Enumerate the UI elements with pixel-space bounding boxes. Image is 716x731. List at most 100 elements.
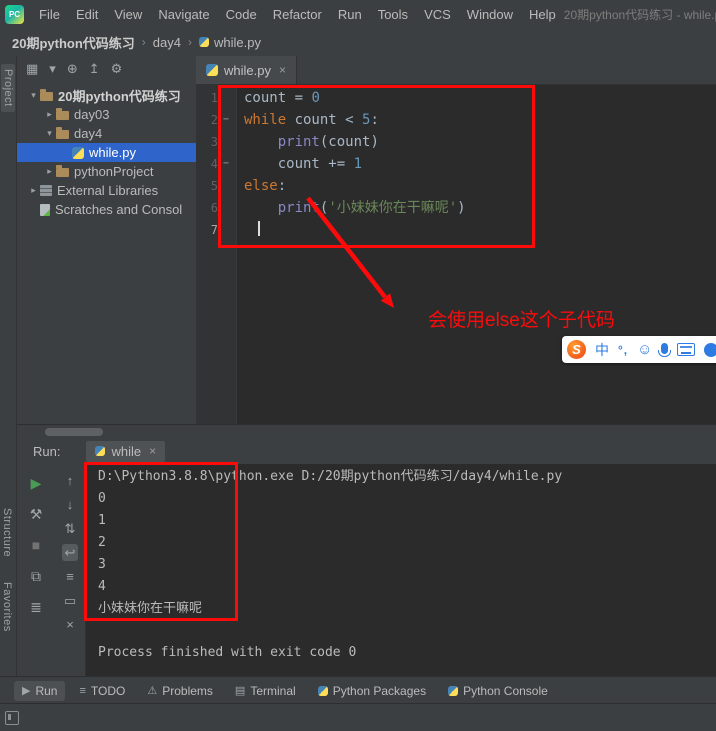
code-line-7[interactable]: 7	[196, 219, 716, 241]
code-text	[236, 219, 260, 241]
fold-marker-icon[interactable]: −	[218, 109, 234, 131]
emoji-picker-icon[interactable]: ☺	[637, 341, 652, 358]
run-tab-bar: Run: while ×	[17, 438, 716, 464]
run-left-toolbar: ▶ ⚒ ■ ⧉ ≣	[17, 464, 55, 676]
code-line-4[interactable]: 4− count += 1	[196, 153, 716, 175]
library-icon	[40, 185, 52, 196]
collapse-all-icon[interactable]: ↥	[89, 61, 100, 77]
close-icon[interactable]: ×	[149, 444, 156, 458]
breadcrumb-item-day4[interactable]: day4	[153, 35, 181, 50]
toolwindow-button-python-console[interactable]: Python Console	[440, 681, 556, 701]
run-tab-while[interactable]: while ×	[86, 440, 166, 462]
chinese-mode-indicator[interactable]: 中	[595, 340, 609, 360]
close-icon[interactable]: ×	[279, 63, 286, 77]
code-line-6[interactable]: 6 print('小妹妹你在干嘛呢')	[196, 197, 716, 219]
breadcrumb-label: day4	[152, 34, 181, 50]
fold-marker-icon[interactable]: −	[218, 153, 234, 175]
tree-item-day03[interactable]: ▸ day03	[17, 105, 196, 124]
ime-toolbar: S 中 °, ☺	[562, 336, 716, 363]
code-area[interactable]: 1 count = 0 2− while count < 5: 3 print(coun…	[196, 85, 716, 241]
toolwindow-button-todo[interactable]: ≡ TODO	[71, 681, 133, 701]
console-line-7	[98, 620, 716, 642]
toolwindow-button-problems[interactable]: ⚠ Problems	[139, 681, 221, 701]
code-line-3[interactable]: 3 print(count)	[196, 131, 716, 153]
build-icon[interactable]: ⚒	[30, 505, 43, 523]
code-token: while	[244, 112, 295, 128]
up-stacktrace-icon[interactable]: ↑	[67, 472, 74, 489]
menu-vcs[interactable]: VCS	[416, 7, 459, 22]
line-number: 1	[210, 91, 218, 105]
fold-slot	[218, 131, 234, 153]
clear-all-icon[interactable]: ×	[66, 616, 74, 633]
menu-code[interactable]: Code	[218, 7, 265, 22]
tool-stripe-left: Project Structure Favorites	[0, 56, 17, 676]
breadcrumb-item-20-python[interactable]: 20期python代码练习	[12, 33, 135, 52]
tree-item-pythonproject[interactable]: ▸ pythonProject	[17, 162, 196, 181]
rerun-icon[interactable]: ▶	[31, 474, 42, 492]
microphone-icon[interactable]	[658, 342, 672, 357]
scroll-to-end-icon[interactable]: ≡	[66, 568, 74, 585]
sidebar-item-favorites[interactable]: Favorites	[1, 582, 13, 632]
tree-item-label: pythonProject	[74, 164, 154, 179]
ime-more-icon[interactable]	[704, 342, 716, 357]
menu-refactor[interactable]: Refactor	[265, 7, 330, 22]
menu-file[interactable]: File	[31, 7, 68, 22]
editor-gutter: 6	[196, 197, 236, 219]
chevron-down-icon[interactable]: ▾	[27, 90, 40, 101]
chevron-down-icon[interactable]: ▾	[49, 61, 56, 77]
chevron-right-icon[interactable]: ▸	[43, 109, 56, 120]
editor-tab-while-py[interactable]: while.py ×	[196, 56, 297, 84]
tree-item-external-libraries[interactable]: ▸ External Libraries	[17, 181, 196, 200]
keyboard-icon[interactable]	[677, 343, 696, 356]
toolwindow-toggle-icon[interactable]	[5, 711, 19, 725]
editor-gutter: 3	[196, 131, 236, 153]
toolwindow-button-terminal[interactable]: ▤ Terminal	[227, 681, 304, 701]
chevron-right-icon[interactable]: ▸	[27, 185, 40, 196]
print-icon[interactable]: ▭	[64, 592, 76, 609]
code-text: count = 0	[236, 87, 320, 109]
sidebar-item-structure[interactable]: Structure	[1, 508, 13, 557]
toolwindow-button-run[interactable]: ▶ Run	[14, 680, 66, 701]
sort-icon[interactable]: ⇅	[65, 520, 76, 537]
stop-icon[interactable]: ■	[32, 536, 40, 554]
sogou-logo-icon[interactable]: S	[567, 340, 586, 359]
menu-edit[interactable]: Edit	[68, 7, 106, 22]
editor-area: while.py × 1 count = 0 2− while count < 5: 3…	[196, 56, 716, 424]
tree-item-20-python[interactable]: ▾ 20期python代码练习	[17, 86, 196, 105]
scrollbar-thumb[interactable]	[45, 428, 103, 436]
down-stacktrace-icon[interactable]: ↓	[67, 496, 74, 513]
soft-wrap-icon[interactable]: ↩	[61, 544, 79, 561]
menu-navigate[interactable]: Navigate	[150, 7, 217, 22]
view-selector-icon[interactable]: ▦	[26, 61, 38, 77]
python-icon	[448, 685, 459, 696]
settings-gear-icon[interactable]: ⚙	[111, 61, 123, 77]
python-icon	[317, 685, 328, 696]
tree-item-while-py[interactable]: while.py	[17, 143, 196, 162]
toolwindow-button-python-packages[interactable]: Python Packages	[310, 681, 434, 701]
menu-run[interactable]: Run	[330, 7, 370, 22]
chevron-right-icon[interactable]: ▸	[43, 166, 56, 177]
breadcrumb-item-while-py[interactable]: while.py	[199, 35, 261, 50]
todo-icon: ≡	[79, 684, 86, 697]
code-line-2[interactable]: 2− while count < 5:	[196, 109, 716, 131]
line-number: 2	[210, 113, 218, 127]
chevron-down-icon[interactable]: ▾	[43, 128, 56, 139]
python-file-icon	[199, 37, 209, 47]
punctuation-mode-icon[interactable]: °,	[618, 343, 628, 357]
line-number: 5	[210, 179, 218, 193]
breadcrumb-label: 20期python代码练习	[12, 35, 135, 51]
menu-view[interactable]: View	[106, 7, 150, 22]
history-icon[interactable]: ≣	[30, 598, 42, 616]
code-line-1[interactable]: 1 count = 0	[196, 87, 716, 109]
restore-layout-icon[interactable]: ⧉	[31, 567, 41, 585]
tree-item-scratches-and-consol[interactable]: Scratches and Consol	[17, 200, 196, 219]
title-bar: PC File Edit View Navigate Code Refactor Run To…	[0, 0, 716, 29]
console-output[interactable]: D:\Python3.8.8\python.exe D:/20期python代码…	[86, 464, 716, 676]
sidebar-item-project[interactable]: Project	[1, 64, 15, 112]
tree-item-day4[interactable]: ▾ day4	[17, 124, 196, 143]
menu-help[interactable]: Help	[521, 7, 564, 22]
locate-icon[interactable]: ⊕	[67, 61, 78, 77]
menu-window[interactable]: Window	[459, 7, 521, 22]
menu-tools[interactable]: Tools	[370, 7, 416, 22]
code-line-5[interactable]: 5 else:	[196, 175, 716, 197]
